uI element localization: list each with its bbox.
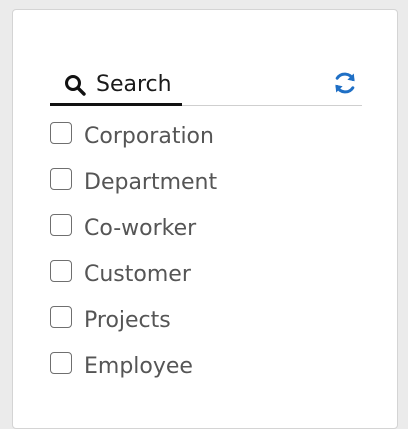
option-label: Customer [84,262,191,287]
checkbox[interactable] [50,352,72,374]
option-label: Employee [84,354,193,379]
filter-tab-bar: Search [50,66,362,106]
checkbox[interactable] [50,306,72,328]
option-label: Department [84,170,218,195]
checkbox[interactable] [50,214,72,236]
option-projects[interactable]: Projects [50,306,370,352]
checkbox[interactable] [50,260,72,282]
search-icon [64,74,86,96]
option-employee[interactable]: Employee [50,352,370,398]
checkbox[interactable] [50,122,72,144]
tab-search[interactable]: Search [50,66,182,106]
refresh-icon[interactable] [332,70,358,96]
option-label: Co-worker [84,216,197,241]
option-label: Corporation [84,124,214,149]
option-department[interactable]: Department [50,168,370,214]
option-co-worker[interactable]: Co-worker [50,214,370,260]
checkbox[interactable] [50,168,72,190]
option-customer[interactable]: Customer [50,260,370,306]
option-corporation[interactable]: Corporation [50,122,370,168]
filter-options-list: Corporation Department Co-worker Custome… [50,122,370,398]
tab-search-label: Search [96,71,172,97]
option-label: Projects [84,308,171,333]
